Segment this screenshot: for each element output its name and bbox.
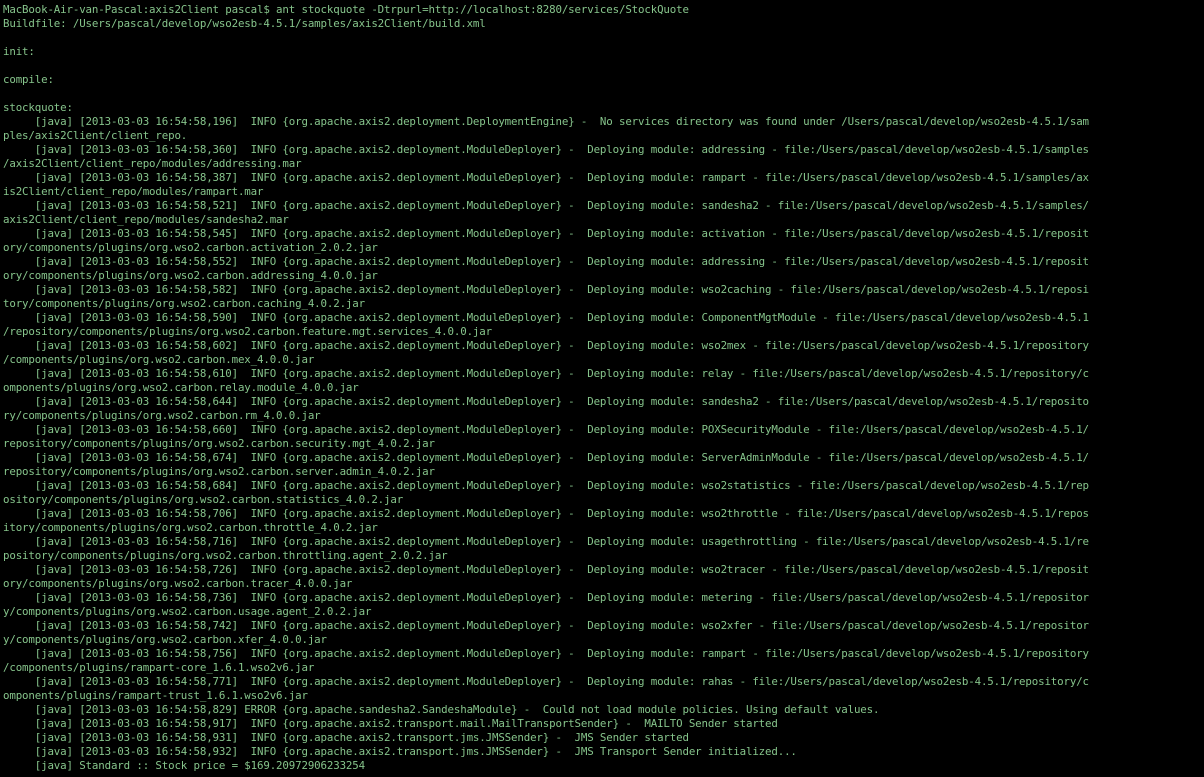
terminal-line: [java] [2013-03-03 16:54:58,552] INFO {o…	[3, 255, 1089, 268]
terminal-line: [java] [2013-03-03 16:54:58,932] INFO {o…	[3, 745, 797, 758]
terminal-line: y/components/plugins/org.wso2.carbon.usa…	[3, 605, 372, 618]
terminal-line: [java] [2013-03-03 16:54:58,387] INFO {o…	[3, 171, 1089, 184]
terminal-line: tory/components/plugins/org.wso2.carbon.…	[3, 297, 365, 310]
terminal-line: /components/plugins/org.wso2.carbon.mex_…	[3, 353, 315, 366]
terminal-line: repository/components/plugins/org.wso2.c…	[3, 465, 435, 478]
terminal-line: compile:	[3, 73, 54, 86]
terminal-line: [java] [2013-03-03 16:54:58,521] INFO {o…	[3, 199, 1089, 212]
terminal-line: /repository/components/plugins/org.wso2.…	[3, 325, 492, 338]
terminal-line: [java] [2013-03-03 16:54:58,726] INFO {o…	[3, 563, 1089, 576]
terminal-line: ory/components/plugins/org.wso2.carbon.a…	[3, 241, 378, 254]
terminal-line: [java] [2013-03-03 16:54:58,196] INFO {o…	[3, 115, 1089, 128]
terminal-line: [java] [2013-03-03 16:54:58,742] INFO {o…	[3, 619, 1089, 632]
terminal-line: [java] [2013-03-03 16:54:58,931] INFO {o…	[3, 731, 689, 744]
terminal-line: [java] [2013-03-03 16:54:58,756] INFO {o…	[3, 647, 1089, 660]
terminal-line: [java] [2013-03-03 16:54:58,360] INFO {o…	[3, 143, 1089, 156]
terminal-line: repository/components/plugins/org.wso2.c…	[3, 437, 435, 450]
terminal-line: y/components/plugins/org.wso2.carbon.xfe…	[3, 633, 327, 646]
terminal-line: [java] Standard :: Stock price = $169.20…	[3, 759, 365, 772]
terminal-line: itory/components/plugins/org.wso2.carbon…	[3, 521, 378, 534]
terminal-line: init:	[3, 45, 35, 58]
terminal-line: omponents/plugins/org.wso2.carbon.relay.…	[3, 381, 359, 394]
terminal-line: [java] [2013-03-03 16:54:58,602] INFO {o…	[3, 339, 1089, 352]
terminal-line: [java] [2013-03-03 16:54:58,590] INFO {o…	[3, 311, 1089, 324]
terminal-line: [java] [2013-03-03 16:54:58,829] ERROR {…	[3, 703, 880, 716]
terminal-line: [java] [2013-03-03 16:54:58,736] INFO {o…	[3, 591, 1089, 604]
terminal-line: ples/axis2Client/client_repo.	[3, 129, 188, 142]
terminal-line: [java] [2013-03-03 16:54:58,582] INFO {o…	[3, 283, 1089, 296]
terminal-line: [java] [2013-03-03 16:54:58,684] INFO {o…	[3, 479, 1089, 492]
terminal-line: /axis2Client/client_repo/modules/address…	[3, 157, 302, 170]
terminal-line: [java] [2013-03-03 16:54:58,716] INFO {o…	[3, 535, 1089, 548]
terminal-line: ry/components/plugins/org.wso2.carbon.rm…	[3, 409, 321, 422]
terminal-line: [java] [2013-03-03 16:54:58,674] INFO {o…	[3, 451, 1089, 464]
terminal-line: axis2Client/client_repo/modules/sandesha…	[3, 213, 289, 226]
terminal-line: omponents/plugins/rampart-trust_1.6.1.ws…	[3, 689, 308, 702]
terminal-line: pository/components/plugins/org.wso2.car…	[3, 549, 448, 562]
terminal-line: [java] [2013-03-03 16:54:58,706] INFO {o…	[3, 507, 1089, 520]
terminal-line: [java] [2013-03-03 16:54:58,545] INFO {o…	[3, 227, 1089, 240]
terminal-output[interactable]: MacBook-Air-van-Pascal:axis2Client pasca…	[3, 3, 1201, 773]
terminal-line: ository/components/plugins/org.wso2.carb…	[3, 493, 404, 506]
terminal-line: [java] [2013-03-03 16:54:58,771] INFO {o…	[3, 675, 1089, 688]
terminal-line: Buildfile: /Users/pascal/develop/wso2esb…	[3, 17, 486, 30]
terminal-line: /components/plugins/rampart-core_1.6.1.w…	[3, 661, 315, 674]
terminal-line: [java] [2013-03-03 16:54:58,610] INFO {o…	[3, 367, 1089, 380]
command-prompt-line: MacBook-Air-van-Pascal:axis2Client pasca…	[3, 3, 689, 16]
terminal-line: [java] [2013-03-03 16:54:58,917] INFO {o…	[3, 717, 778, 730]
terminal-line: [java] [2013-03-03 16:54:58,660] INFO {o…	[3, 423, 1089, 436]
terminal-line: stockquote:	[3, 101, 73, 114]
terminal-window[interactable]: MacBook-Air-van-Pascal:axis2Client pasca…	[0, 0, 1204, 777]
terminal-line: ory/components/plugins/org.wso2.carbon.a…	[3, 269, 378, 282]
terminal-line: is2Client/client_repo/modules/rampart.ma…	[3, 185, 264, 198]
terminal-line: ory/components/plugins/org.wso2.carbon.t…	[3, 577, 353, 590]
terminal-line: [java] [2013-03-03 16:54:58,644] INFO {o…	[3, 395, 1089, 408]
